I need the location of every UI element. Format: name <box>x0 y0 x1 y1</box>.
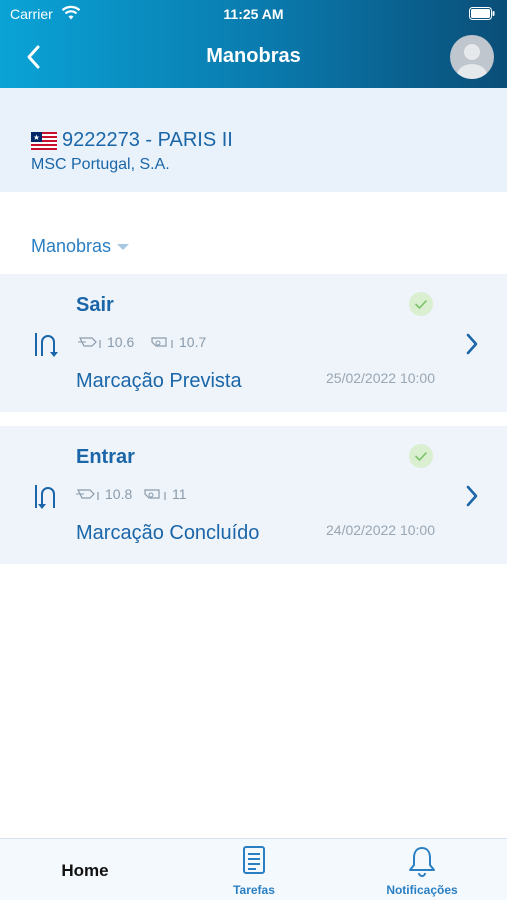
vessel-panel: 9222273 - PARIS II MSC Portugal, S.A. <box>0 88 507 192</box>
draft-fore: 10.8 <box>76 486 132 502</box>
status-time: 11:25 AM <box>223 6 284 22</box>
tab-home-label: Home <box>61 861 109 880</box>
chevron-right-icon[interactable] <box>464 332 480 356</box>
bell-icon <box>409 847 435 877</box>
draft-aft-icon <box>144 489 166 500</box>
maneuver-card[interactable]: Sair 10.6 10.7 Marcação Prevista 25/02/2… <box>0 274 507 412</box>
maneuvers-filter-dropdown[interactable]: Manobras <box>31 236 130 257</box>
draft-aft: 11 <box>143 486 187 502</box>
document-icon <box>243 846 265 874</box>
draft-aft-value: 10.7 <box>179 334 207 350</box>
tab-tarefas-label: Tarefas <box>233 883 275 897</box>
maneuver-date: 25/02/2022 10:00 <box>326 370 435 386</box>
draft-fore-icon <box>76 489 99 500</box>
tab-bar: Home Tarefas Notificações <box>0 838 507 900</box>
check-icon <box>409 292 433 316</box>
tab-notificacoes-label: Notificações <box>386 883 458 897</box>
page-title: Manobras <box>206 45 301 67</box>
status-bar: Carrier 11:25 AM <box>0 0 507 28</box>
user-avatar-icon[interactable] <box>450 35 494 79</box>
draft-fore-icon <box>78 337 101 348</box>
liberia-flag-icon <box>31 132 57 150</box>
tab-tarefas[interactable]: Tarefas <box>214 839 294 900</box>
tab-notificacoes[interactable]: Notificações <box>372 839 472 900</box>
draft-aft: 10.7 <box>150 334 206 350</box>
chevron-right-icon[interactable] <box>464 484 480 508</box>
unberth-icon <box>35 333 58 357</box>
draft-fore-value: 10.6 <box>107 334 135 350</box>
draft-aft-value: 11 <box>172 486 187 502</box>
maneuver-status: Marcação Prevista <box>76 370 242 392</box>
draft-fore-value: 10.8 <box>105 486 133 502</box>
maneuver-date: 24/02/2022 10:00 <box>326 522 435 538</box>
tab-home[interactable]: Home <box>35 839 135 900</box>
maneuver-title: Entrar <box>76 446 135 468</box>
battery-icon <box>469 7 495 20</box>
maneuver-status: Marcação Concluído <box>76 522 260 544</box>
draft-aft-icon <box>151 337 173 348</box>
check-icon <box>409 444 433 468</box>
draft-fore: 10.6 <box>78 334 134 350</box>
maneuver-title: Sair <box>76 294 114 316</box>
app-header: Carrier 11:25 AM Manobras <box>0 0 507 88</box>
vessel-title: 9222273 - PARIS II <box>62 129 233 151</box>
caret-down-icon <box>117 244 130 251</box>
filter-label: Manobras <box>31 236 112 256</box>
berth-icon <box>35 485 55 509</box>
vessel-company: MSC Portugal, S.A. <box>31 156 170 173</box>
maneuver-card[interactable]: Entrar 10.8 11 Marcação Concluído 24/02/… <box>0 426 507 564</box>
